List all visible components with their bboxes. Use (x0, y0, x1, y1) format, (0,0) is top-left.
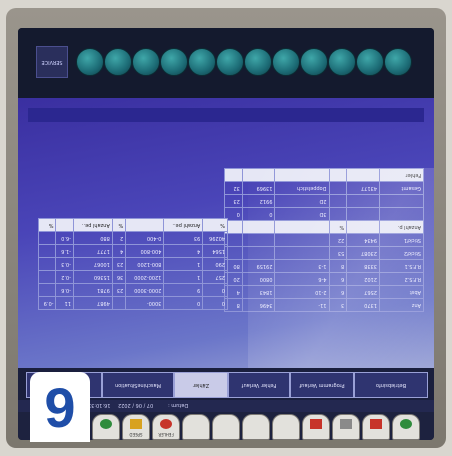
stitch-counter-table: Anz 1370 3 11- 3496 8 Abst 2567 6 2-10 1843 4 R.F.… (224, 168, 424, 312)
counter-panel: Anz 1370 3 11- 3496 8 Abst 2567 6 2-10 1843 4 R.F.… (18, 98, 434, 438)
round-button[interactable] (104, 48, 132, 76)
softkey-5[interactable] (212, 414, 240, 440)
tab-fehler-verlauf[interactable]: Fehler Verlauf (228, 372, 290, 398)
settings-icon (370, 419, 382, 429)
softkey-4[interactable] (182, 414, 210, 440)
date-label: Datum : (168, 402, 189, 408)
round-button[interactable] (244, 48, 272, 76)
service-logo[interactable]: SERVICE (36, 46, 68, 78)
date-value: 07 / 06 / 2022 (118, 402, 154, 408)
softkey-fehler[interactable]: FEHLER (152, 414, 180, 440)
softkey-1[interactable] (92, 414, 120, 440)
softkey-11[interactable] (392, 414, 420, 440)
round-button[interactable] (384, 48, 412, 76)
tab-maschinesituation[interactable]: MaschineSituation (102, 372, 174, 398)
round-button[interactable] (328, 48, 356, 76)
panel-title-strip (28, 108, 424, 122)
softkey-8[interactable] (302, 414, 330, 440)
top-toolbar: SERVICE (18, 28, 434, 98)
tab-programm-verlauf[interactable]: Programm Verlauf (290, 372, 354, 398)
tension-icon (100, 419, 112, 429)
round-button[interactable] (76, 48, 104, 76)
round-button[interactable] (216, 48, 244, 76)
speed-icon (130, 419, 142, 429)
round-button[interactable] (300, 48, 328, 76)
time-value: 16:10:33 (88, 402, 111, 408)
softkey-9[interactable] (332, 414, 360, 440)
tab-betriebsinfo[interactable]: Betriebsinfo (354, 372, 428, 398)
pattern-icon (310, 419, 322, 429)
error-hook-icon (160, 419, 172, 429)
round-button[interactable] (132, 48, 160, 76)
softkey-speed[interactable]: SPEED (122, 414, 150, 440)
round-button[interactable] (356, 48, 384, 76)
speed-counter-table: 0 0 3000- 4987 11 -0.9 0 9 2000-3000 23 9781 -0.6 … (38, 218, 228, 310)
round-button[interactable] (272, 48, 300, 76)
home-icon (400, 419, 412, 429)
round-button[interactable] (188, 48, 216, 76)
step-number-badge: 9 (30, 372, 90, 442)
tab-zaehler[interactable]: Zähler (174, 372, 228, 398)
softkey-10[interactable] (362, 414, 390, 440)
softkey-6[interactable] (242, 414, 270, 440)
round-button[interactable] (160, 48, 188, 76)
softkey-7[interactable] (272, 414, 300, 440)
machine-icon (340, 419, 352, 429)
